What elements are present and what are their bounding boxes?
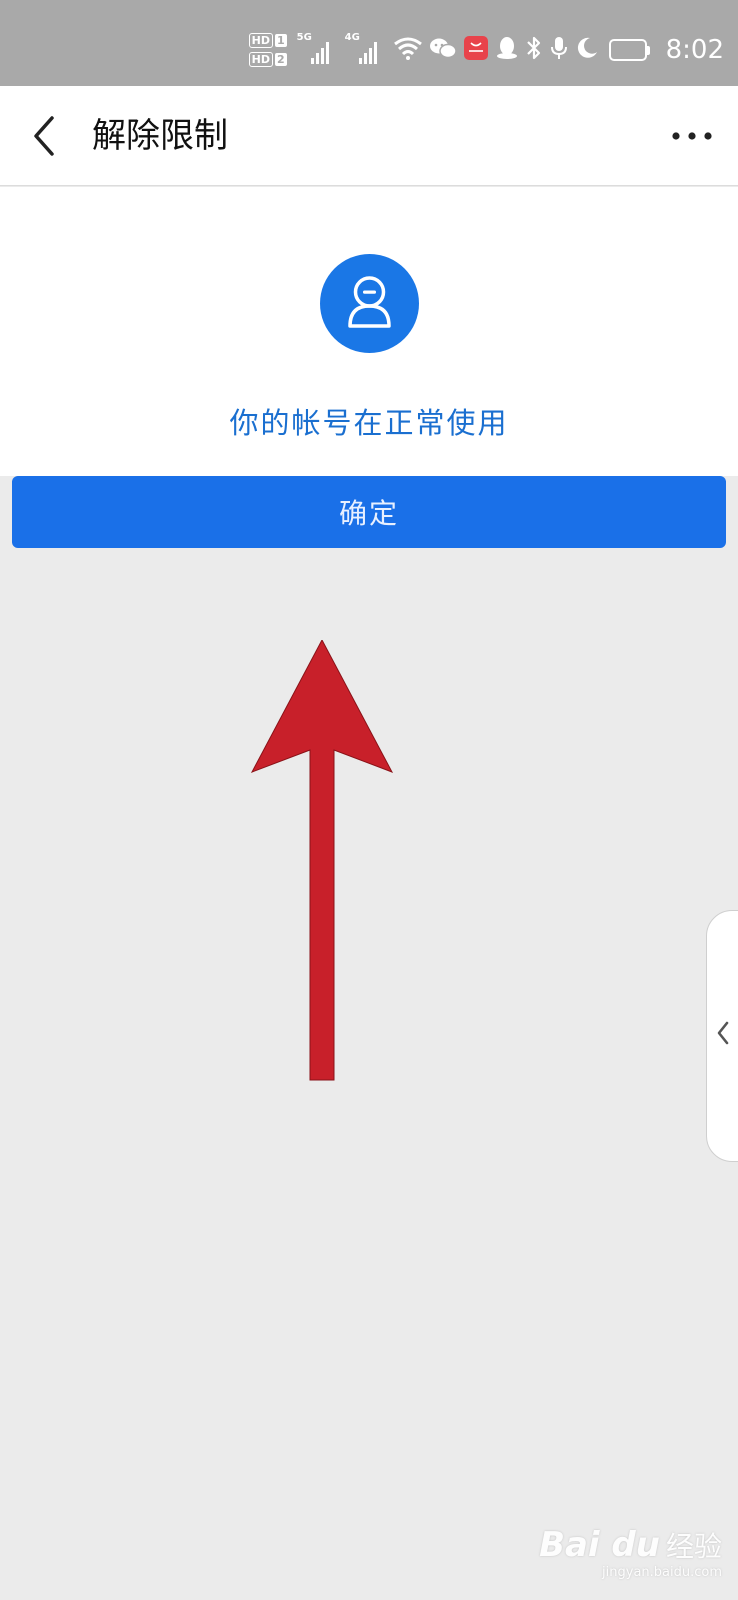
hd-badge-1: HD [248,33,273,48]
page-title: 解除限制 [92,116,228,156]
watermark-url: jingyan.baidu.com [602,1565,722,1580]
battery-icon [608,39,650,61]
status-card: 你的帐号在正常使用 [0,187,738,476]
watermark-logo: Bai du [539,1525,660,1565]
watermark-cn: 经验 [665,1530,722,1563]
more-dots-icon [672,132,712,140]
hd-badge-2: HD [248,52,273,67]
status-icons: HD 1 HD 2 5G 4G 8:02 [248,28,724,72]
hd-num-1: 1 [274,34,287,47]
bluetooth-icon [525,35,543,65]
qq-icon [495,35,519,65]
title-bar: 解除限制 [0,86,738,186]
clock: 8:02 [665,35,724,65]
signal-5g-label: 5G [296,32,312,43]
huawei-store-icon [463,35,489,65]
signal-4g-icon: 4G [345,32,383,64]
chevron-left-icon [717,1021,729,1045]
microphone-icon [549,35,569,65]
confirm-button[interactable]: 确定 [12,476,726,548]
account-status-message: 你的帐号在正常使用 [229,406,509,440]
hd-indicators: HD 1 HD 2 [248,33,287,67]
annotation-arrow-up-icon [250,638,410,1110]
baidu-jingyan-watermark: Bai du 经验 jingyan.baidu.com [539,1525,722,1580]
signal-5g-icon: 5G [297,32,335,64]
wechat-icon [429,36,457,64]
signal-4g-label: 4G [344,32,360,43]
moon-icon [575,36,599,64]
side-panel-handle[interactable] [706,910,738,1162]
chevron-left-icon [34,116,54,156]
user-avatar-icon [320,254,419,353]
screen: HD 1 HD 2 5G 4G 8:02 解除限制 你的帐号在正常使用 确定 B… [0,0,738,1600]
wifi-icon [393,36,423,64]
more-options-button[interactable] [668,116,716,156]
back-button[interactable] [22,112,70,160]
hd-num-2: 2 [274,53,287,66]
status-bar: HD 1 HD 2 5G 4G 8:02 [0,0,738,86]
